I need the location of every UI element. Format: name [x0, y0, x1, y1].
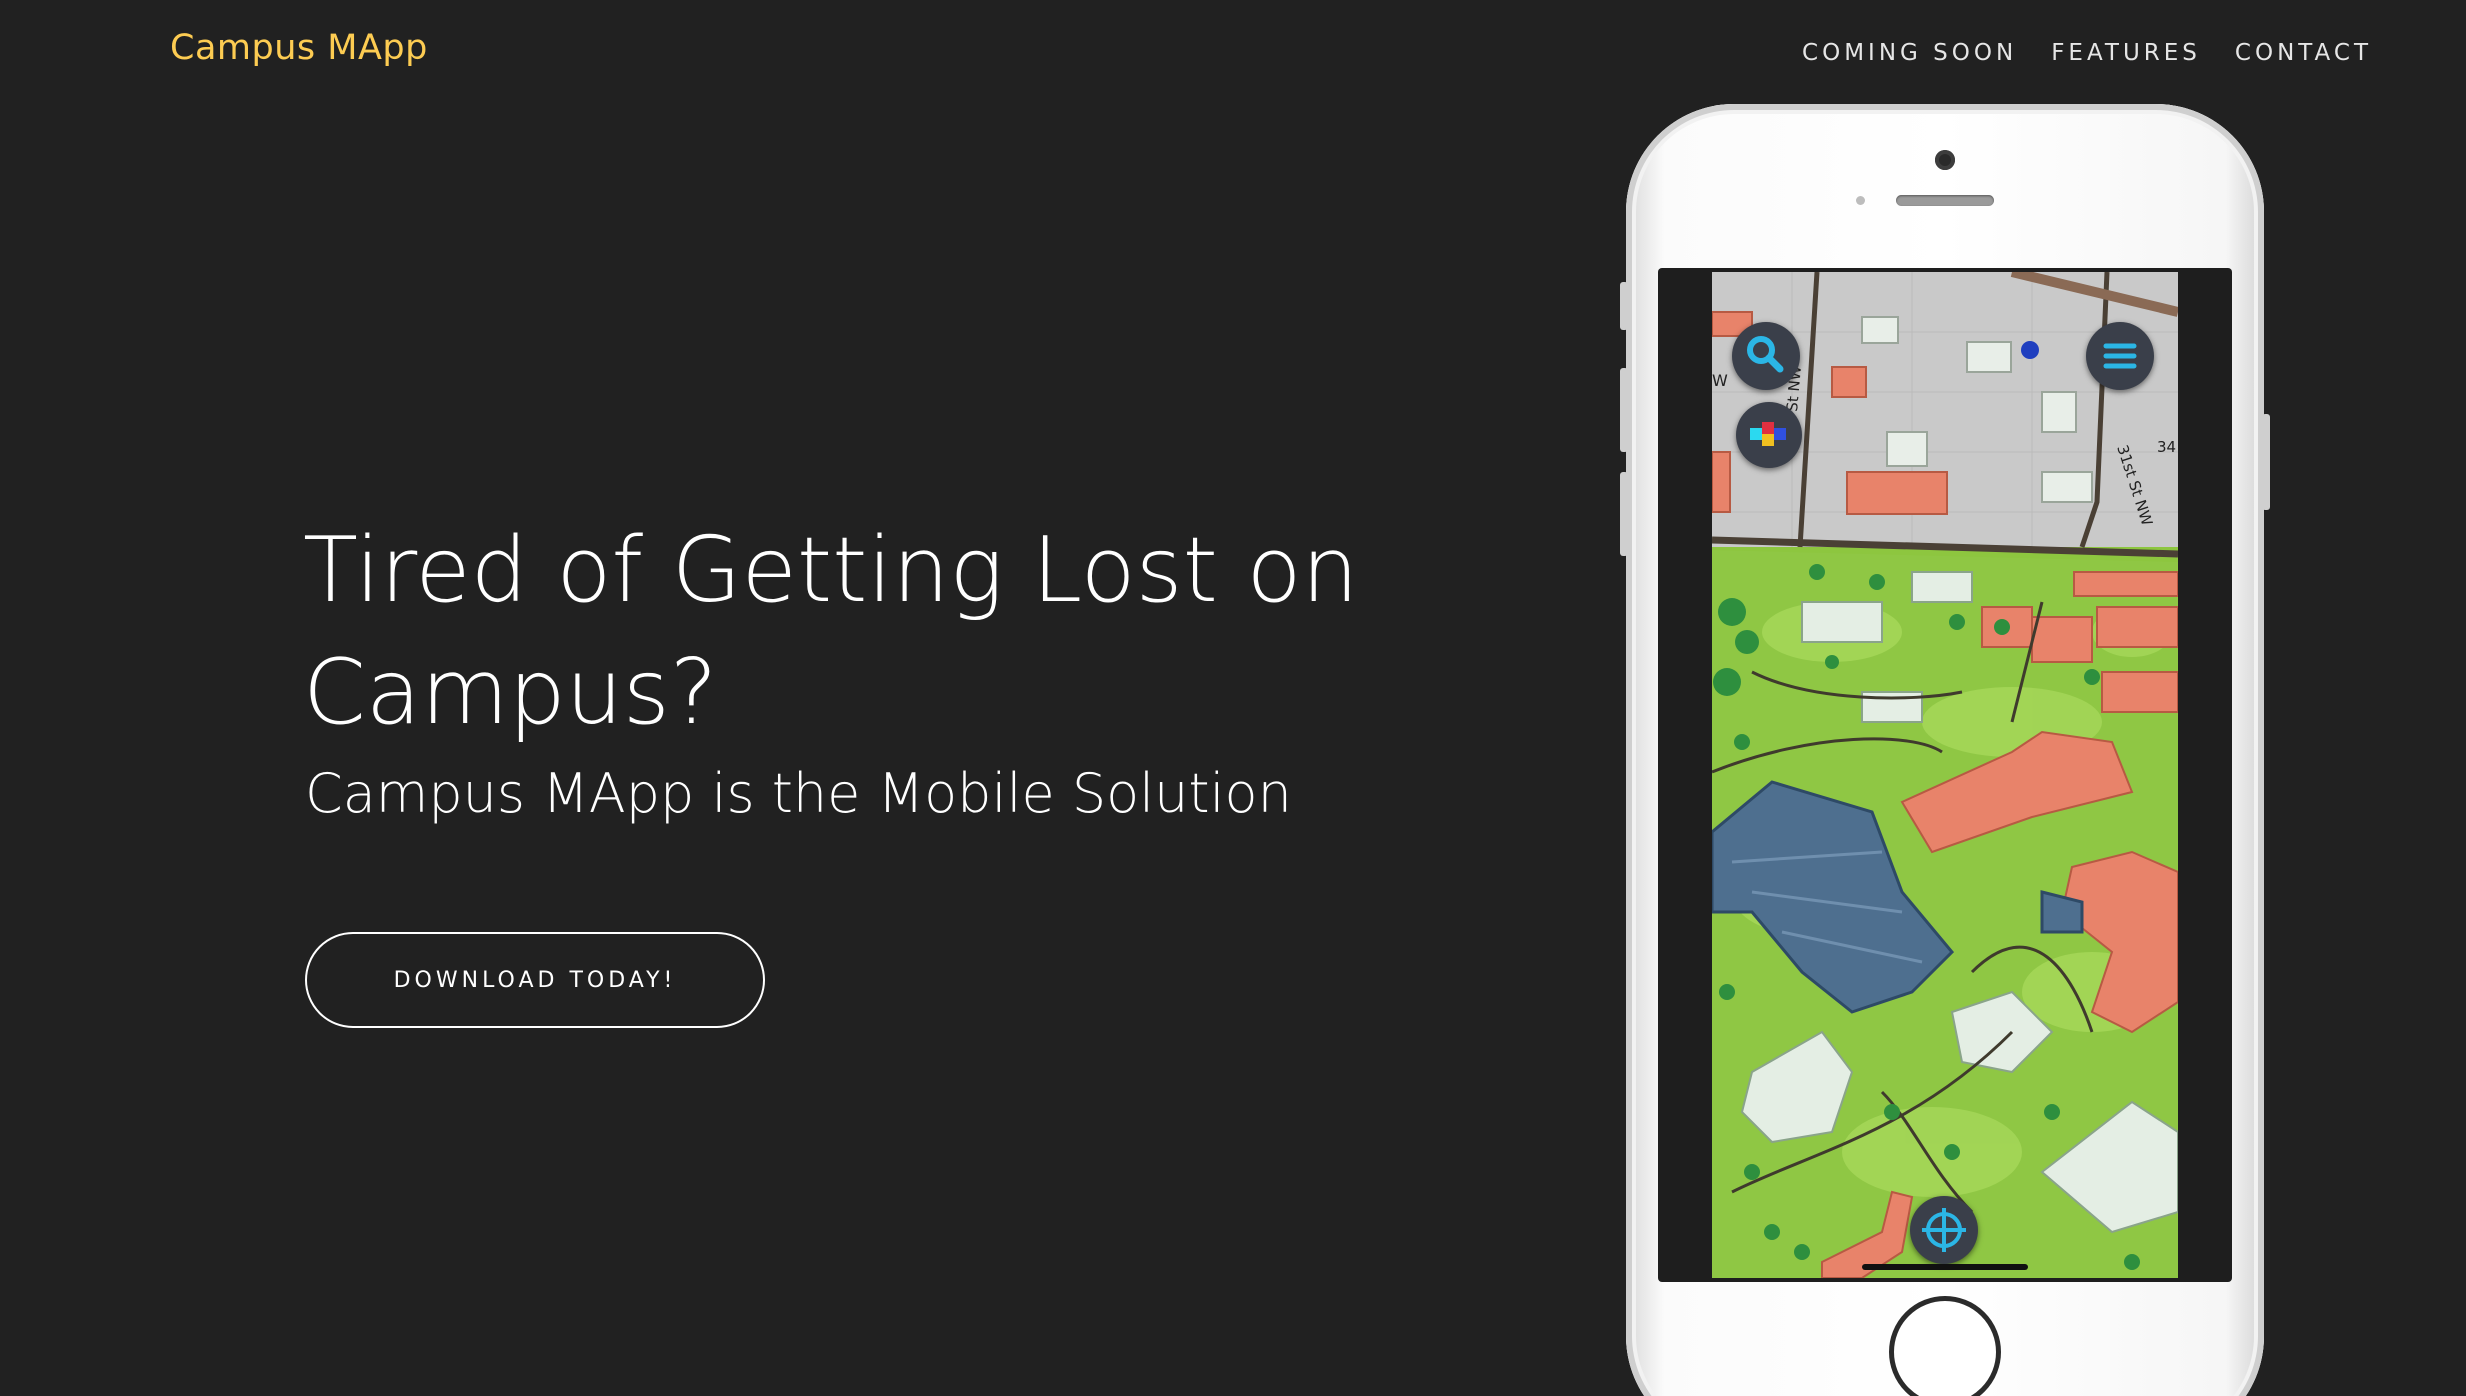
nav-link-coming-soon[interactable]: COMING SOON: [1802, 40, 2017, 66]
landing-page: Campus MApp COMING SOON FEATURES CONTACT…: [0, 0, 2466, 1396]
phone-volume-down: [1620, 472, 1628, 556]
download-button[interactable]: DOWNLOAD TODAY!: [305, 932, 765, 1028]
home-indicator-bar: [1862, 1264, 2028, 1270]
street-label-34: 34: [2157, 438, 2176, 456]
main-nav: COMING SOON FEATURES CONTACT: [1802, 40, 2372, 66]
hamburger-menu-icon: [2103, 343, 2137, 369]
crosshair-locate-icon: [1922, 1208, 1966, 1252]
phone-mockup: W St NW 31st St NW 34: [1620, 104, 2270, 1396]
phone-power-button: [2262, 414, 2270, 510]
phone-mute-switch: [1620, 282, 1628, 330]
front-camera: [1935, 150, 1955, 170]
earpiece-speaker: [1896, 195, 1994, 206]
map-locate-button[interactable]: [1910, 1196, 1978, 1264]
phone-screen-frame: W St NW 31st St NW 34: [1658, 268, 2232, 1282]
nav-link-contact[interactable]: CONTACT: [2235, 40, 2372, 66]
phone-home-button[interactable]: [1889, 1296, 2001, 1396]
hero-title: Tired of Getting Lost on Campus?: [303, 518, 1359, 745]
map-search-button[interactable]: [1732, 322, 1800, 390]
map-campus-marker: [2021, 341, 2039, 359]
brand-logo-link[interactable]: Campus MApp: [170, 28, 428, 68]
map-layers-button[interactable]: [1736, 402, 1802, 468]
proximity-sensor: [1856, 196, 1865, 205]
search-icon: [1747, 336, 1784, 373]
app-map-screen[interactable]: W St NW 31st St NW 34: [1712, 272, 2178, 1278]
layers-icon: [1750, 422, 1786, 446]
street-label-w: W: [1712, 371, 1728, 390]
nav-link-features[interactable]: FEATURES: [2051, 40, 2201, 66]
phone-volume-up: [1620, 368, 1628, 452]
hero-subtitle: Campus MApp is the Mobile Solution: [305, 762, 1292, 825]
map-menu-button[interactable]: [2086, 322, 2154, 390]
